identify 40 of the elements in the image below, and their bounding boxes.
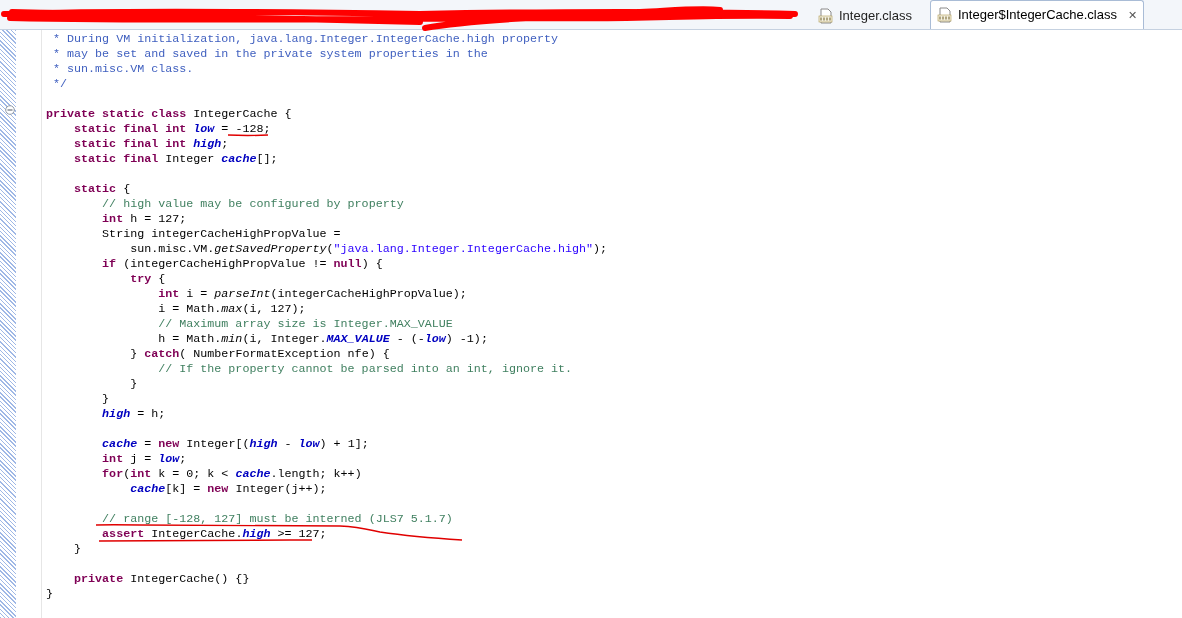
code-line: int i = parseInt(integerCacheHighPropValue); [157, 287, 467, 300]
code-line: // Maximum array size is Integer.MAX_VALUE [157, 317, 453, 330]
code-line: sun.misc.VM.getSavedProperty("java.lang.Integer.IntegerCache.high"); [129, 242, 608, 255]
editor-tab[interactable]: Integer.class [812, 3, 918, 29]
code-line: // high value may be configured by property [101, 197, 404, 210]
code-line: // range [-128, 127] must be interned (JLS7 5.1.7) [101, 512, 453, 525]
code-line: high = h; [101, 407, 166, 423]
code-line: cache[k] = new Integer(j++); [129, 482, 327, 498]
code-line: h = Math.min(i, Integer.MAX_VALUE - (-low) -1); [157, 332, 488, 345]
code-line: static final int high; [73, 137, 229, 150]
code-line: } catch( NumberFormatException nfe) { [129, 347, 390, 360]
code-line: } [73, 542, 82, 558]
underline-mark [227, 134, 269, 137]
code-line: static { [73, 182, 131, 195]
class-file-icon [818, 8, 834, 24]
code-line: if (integerCacheHighPropValue != null) { [101, 257, 383, 270]
code-line: String integerCacheHighPropValue = [101, 227, 341, 240]
code-line: i = Math.max(i, 127); [157, 302, 306, 315]
code-line: */ [52, 77, 68, 93]
class-file-icon [937, 7, 953, 23]
code-line: private IntegerCache() {} [73, 572, 250, 585]
code-line: * may be set and saved in the private system properties in the [52, 47, 488, 60]
code-line: * During VM initialization, java.lang.Integer.IntegerCache.high property [52, 32, 558, 45]
code-line: assert IntegerCache.high >= 127; [101, 527, 327, 540]
close-button[interactable]: ✕ [1128, 6, 1137, 24]
code-line: try { [129, 272, 166, 285]
editor-tab[interactable]: Integer$IntegerCache.class ✕ [930, 0, 1144, 29]
collapse-icon[interactable] [5, 105, 15, 115]
code-line: for(int k = 0; k < cache.length; k++) [101, 467, 362, 480]
code-line: cache = new Integer[(high - low) + 1]; [101, 437, 369, 450]
code-line: } [46, 587, 53, 600]
code-line: static final int low = -128; [73, 122, 271, 135]
code-line: // If the property cannot be parsed into an int, ignore it. [157, 362, 573, 375]
code-line: } [129, 377, 138, 390]
code-line: } [101, 392, 110, 405]
code-line: * sun.misc.VM class. [52, 62, 194, 75]
code-line: int j = low; [101, 452, 187, 465]
code-line: int h = 127; [101, 212, 187, 225]
code-line: static final Integer cache[]; [73, 152, 278, 168]
code-line: private static class IntegerCache { [46, 107, 292, 120]
